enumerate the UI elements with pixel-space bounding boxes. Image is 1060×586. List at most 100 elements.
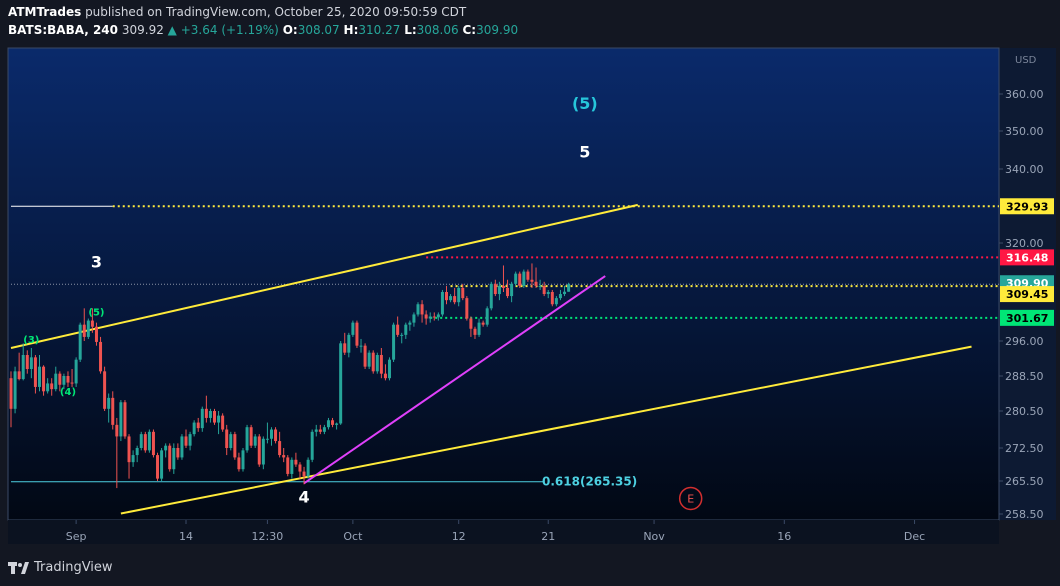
- candle-body[interactable]: [367, 352, 371, 367]
- candle-body[interactable]: [237, 457, 241, 470]
- candle-body[interactable]: [339, 343, 343, 424]
- candle-body[interactable]: [501, 285, 505, 288]
- candle-body[interactable]: [530, 279, 534, 282]
- candle-body[interactable]: [558, 294, 562, 299]
- candle-body[interactable]: [379, 355, 383, 374]
- candle-body[interactable]: [286, 457, 290, 474]
- candle-body[interactable]: [347, 334, 351, 353]
- candle-body[interactable]: [290, 459, 294, 474]
- candle-body[interactable]: [33, 357, 37, 387]
- candle-body[interactable]: [156, 455, 160, 479]
- candle-body[interactable]: [363, 345, 367, 367]
- candle-body[interactable]: [388, 359, 392, 379]
- candle-body[interactable]: [542, 285, 546, 295]
- candle-body[interactable]: [143, 434, 147, 451]
- candle-body[interactable]: [188, 434, 192, 446]
- candle-body[interactable]: [17, 371, 21, 380]
- candle-body[interactable]: [225, 429, 229, 449]
- candle-body[interactable]: [269, 429, 273, 439]
- candle-body[interactable]: [546, 292, 550, 295]
- candle-body[interactable]: [99, 341, 103, 372]
- candle-body[interactable]: [208, 411, 212, 418]
- candle-body[interactable]: [550, 292, 554, 305]
- symbol-interval[interactable]: BATS:BABA, 240: [8, 23, 118, 37]
- candle-body[interactable]: [522, 271, 526, 286]
- candle-body[interactable]: [139, 434, 143, 448]
- candle-body[interactable]: [416, 304, 420, 315]
- candle-body[interactable]: [265, 438, 269, 440]
- candle-body[interactable]: [257, 436, 261, 465]
- candle-body[interactable]: [54, 373, 58, 390]
- candle-body[interactable]: [481, 322, 485, 325]
- candle-body[interactable]: [355, 322, 359, 346]
- candle-body[interactable]: [58, 373, 62, 385]
- candle-body[interactable]: [135, 448, 139, 456]
- candle-body[interactable]: [428, 316, 432, 319]
- candle-body[interactable]: [282, 455, 286, 458]
- candle-body[interactable]: [518, 273, 522, 286]
- candle-body[interactable]: [436, 314, 440, 318]
- candle-body[interactable]: [493, 283, 497, 295]
- candle-body[interactable]: [13, 371, 17, 409]
- candle-body[interactable]: [526, 271, 530, 280]
- candle-body[interactable]: [42, 366, 46, 392]
- candle-body[interactable]: [534, 281, 538, 286]
- price-chart[interactable]: 258.50 265.50 272.50 280.50 288.50 296.00 320.…: [0, 44, 1060, 544]
- candle-body[interactable]: [221, 415, 225, 430]
- candle-body[interactable]: [506, 287, 510, 297]
- candle-body[interactable]: [233, 434, 237, 458]
- footer-brand[interactable]: TradingView: [34, 560, 113, 575]
- candle-body[interactable]: [123, 402, 127, 437]
- candle-body[interactable]: [172, 448, 176, 470]
- candle-body[interactable]: [408, 322, 412, 325]
- candle-body[interactable]: [359, 345, 363, 347]
- candle-body[interactable]: [497, 285, 501, 295]
- candle-body[interactable]: [514, 273, 518, 284]
- candle-body[interactable]: [449, 296, 453, 301]
- candle-body[interactable]: [200, 408, 204, 429]
- candle-body[interactable]: [335, 423, 339, 425]
- chart-area[interactable]: 258.50 265.50 272.50 280.50 288.50 296.00 320.…: [0, 44, 1060, 544]
- candle-body[interactable]: [82, 324, 86, 337]
- candle-body[interactable]: [383, 373, 387, 379]
- candle-body[interactable]: [420, 304, 424, 315]
- candle-body[interactable]: [62, 376, 66, 385]
- candle-body[interactable]: [318, 429, 322, 432]
- candle-body[interactable]: [86, 320, 90, 337]
- candle-body[interactable]: [50, 383, 54, 390]
- candle-body[interactable]: [278, 441, 282, 456]
- candle-body[interactable]: [176, 448, 180, 458]
- candle-body[interactable]: [103, 371, 107, 409]
- candle-body[interactable]: [314, 429, 318, 432]
- candle-body[interactable]: [432, 316, 436, 318]
- candle-body[interactable]: [241, 450, 245, 470]
- candle-body[interactable]: [127, 436, 131, 463]
- tradingview-logo-icon[interactable]: [8, 560, 30, 576]
- candle-body[interactable]: [78, 324, 82, 360]
- candle-body[interactable]: [326, 420, 330, 428]
- candle-body[interactable]: [457, 287, 461, 303]
- candle-body[interactable]: [249, 427, 253, 446]
- candle-body[interactable]: [66, 376, 70, 383]
- candle-body[interactable]: [94, 326, 98, 342]
- author-name[interactable]: ATMTrades: [8, 5, 81, 19]
- candle-body[interactable]: [306, 459, 310, 477]
- candle-body[interactable]: [351, 322, 355, 335]
- candle-body[interactable]: [25, 355, 29, 369]
- candle-body[interactable]: [469, 318, 473, 329]
- candle-body[interactable]: [90, 320, 94, 327]
- candle-body[interactable]: [229, 434, 233, 448]
- candle-body[interactable]: [192, 422, 196, 435]
- candle-body[interactable]: [424, 314, 428, 319]
- candle-body[interactable]: [485, 308, 489, 325]
- candle-body[interactable]: [404, 324, 408, 335]
- candle-body[interactable]: [322, 427, 326, 432]
- candle-body[interactable]: [302, 471, 306, 477]
- candle-body[interactable]: [119, 402, 123, 437]
- candle-body[interactable]: [164, 445, 168, 451]
- candle-body[interactable]: [343, 343, 347, 353]
- candle-body[interactable]: [396, 324, 400, 335]
- candle-body[interactable]: [331, 420, 335, 425]
- candle-body[interactable]: [37, 366, 41, 387]
- candle-body[interactable]: [46, 383, 50, 392]
